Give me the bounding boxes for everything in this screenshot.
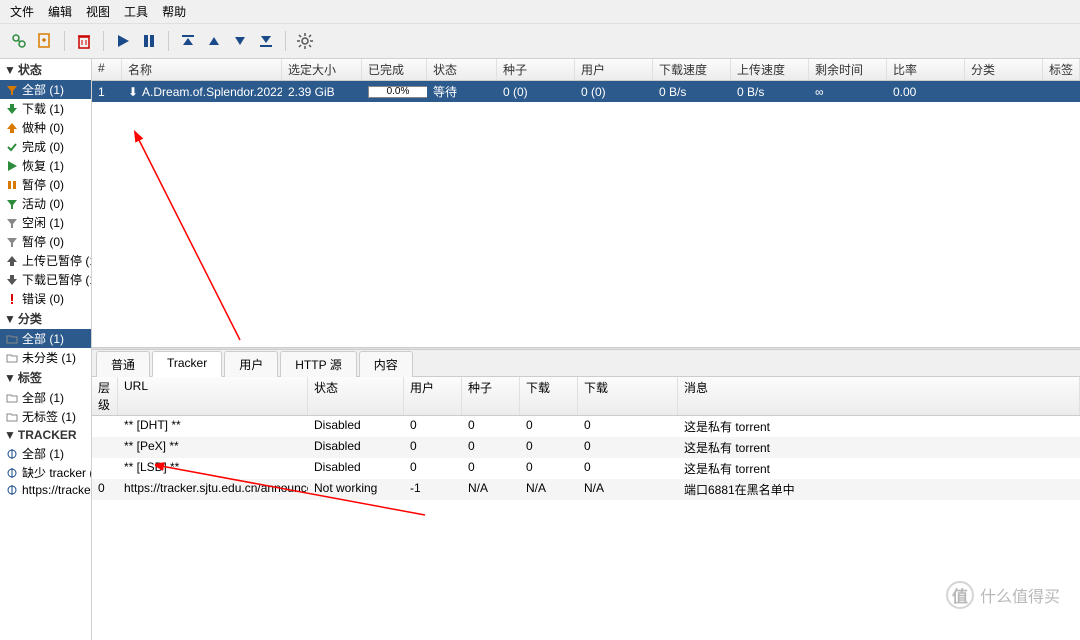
sidebar-item-tag-1[interactable]: 无标签 (1) bbox=[0, 407, 91, 426]
col-done[interactable]: 已完成 bbox=[362, 59, 427, 80]
sidebar-item-tag-0[interactable]: 全部 (1) bbox=[0, 388, 91, 407]
folder-icon bbox=[6, 352, 18, 364]
filter-icon bbox=[6, 84, 18, 96]
watermark-logo-icon: 值 bbox=[946, 581, 974, 609]
move-up-button[interactable] bbox=[201, 28, 227, 54]
progress-bar: 0.0% bbox=[368, 86, 427, 98]
col-seeds[interactable]: 种子 bbox=[497, 59, 575, 80]
col-upspeed[interactable]: 上传速度 bbox=[731, 59, 809, 80]
tracker-icon bbox=[6, 484, 18, 496]
tracker-icon bbox=[6, 467, 18, 479]
pause-button[interactable] bbox=[136, 28, 162, 54]
tcol-peers[interactable]: 用户 bbox=[404, 377, 462, 415]
sidebar-item-status-11[interactable]: 错误 (0) bbox=[0, 289, 91, 308]
watermark: 值 什么值得买 bbox=[946, 581, 1060, 609]
detail-tabs: 普通 Tracker 用户 HTTP 源 内容 bbox=[92, 350, 1080, 377]
col-dlspeed[interactable]: 下载速度 bbox=[653, 59, 731, 80]
sidebar-item-tracker-0[interactable]: 全部 (1) bbox=[0, 444, 91, 463]
tracker-table-header: 层级 URL 状态 用户 种子 下载 下载 消息 bbox=[92, 377, 1080, 416]
sidebar-item-status-10[interactable]: 下载已暂停 (1) bbox=[0, 270, 91, 289]
sidebar-item-status-4[interactable]: 恢复 (1) bbox=[0, 156, 91, 175]
bang-icon bbox=[6, 293, 18, 305]
move-bottom-button[interactable] bbox=[253, 28, 279, 54]
sidebar-item-status-2[interactable]: 做种 (0) bbox=[0, 118, 91, 137]
menu-help[interactable]: 帮助 bbox=[162, 3, 186, 20]
col-status[interactable]: 状态 bbox=[427, 59, 497, 80]
delete-button[interactable] bbox=[71, 28, 97, 54]
tab-general[interactable]: 普通 bbox=[96, 351, 150, 377]
sidebar-section-tracker[interactable]: ▼ TRACKER bbox=[0, 426, 91, 444]
settings-button[interactable] bbox=[292, 28, 318, 54]
col-peers[interactable]: 用户 bbox=[575, 59, 653, 80]
folder-icon bbox=[6, 333, 18, 345]
col-name[interactable]: 名称 bbox=[122, 59, 282, 80]
arrow-up-icon bbox=[6, 122, 18, 134]
sidebar-item-category-1[interactable]: 未分类 (1) bbox=[0, 348, 91, 367]
tcol-tier[interactable]: 层级 bbox=[92, 377, 118, 415]
tracker-row[interactable]: 0https://tracker.sjtu.edu.cn/announce.ph… bbox=[92, 479, 1080, 500]
tracker-row[interactable]: ** [DHT] **Disabled0000这是私有 torrent bbox=[92, 416, 1080, 437]
add-file-button[interactable] bbox=[32, 28, 58, 54]
menu-view[interactable]: 视图 bbox=[86, 3, 110, 20]
check-icon bbox=[6, 141, 18, 153]
sidebar-section-tag[interactable]: ▼ 标签 bbox=[0, 367, 91, 388]
folder-icon bbox=[6, 392, 18, 404]
arrow-up-icon bbox=[6, 255, 18, 267]
tcol-url[interactable]: URL bbox=[118, 377, 308, 415]
sidebar-item-tracker-1[interactable]: 缺少 tracker (0) bbox=[0, 463, 91, 482]
filter-icon bbox=[6, 198, 18, 210]
tcol-seeds[interactable]: 种子 bbox=[462, 377, 520, 415]
folder-icon bbox=[6, 411, 18, 423]
move-down-button[interactable] bbox=[227, 28, 253, 54]
download-icon: ⬇ bbox=[128, 85, 138, 99]
sidebar-item-status-7[interactable]: 空闲 (1) bbox=[0, 213, 91, 232]
tcol-leeches[interactable]: 下载 bbox=[520, 377, 578, 415]
tab-http[interactable]: HTTP 源 bbox=[280, 351, 356, 377]
col-idx[interactable]: # bbox=[92, 59, 122, 80]
sidebar-item-category-0[interactable]: 全部 (1) bbox=[0, 329, 91, 348]
sidebar-item-status-6[interactable]: 活动 (0) bbox=[0, 194, 91, 213]
tab-tracker[interactable]: Tracker bbox=[152, 351, 222, 377]
filter-icon bbox=[6, 217, 18, 229]
menu-file[interactable]: 文件 bbox=[10, 3, 34, 20]
resume-button[interactable] bbox=[110, 28, 136, 54]
menubar: 文件 编辑 视图 工具 帮助 bbox=[0, 0, 1080, 24]
toolbar bbox=[0, 24, 1080, 59]
sidebar-item-status-3[interactable]: 完成 (0) bbox=[0, 137, 91, 156]
add-link-button[interactable] bbox=[6, 28, 32, 54]
torrent-row[interactable]: 1 ⬇A.Dream.of.Splendor.2022.WEB-... 2.39… bbox=[92, 81, 1080, 102]
col-category[interactable]: 分类 bbox=[965, 59, 1043, 80]
col-size[interactable]: 选定大小 bbox=[282, 59, 362, 80]
menu-tools[interactable]: 工具 bbox=[124, 3, 148, 20]
pause-icon bbox=[6, 179, 18, 191]
tracker-row[interactable]: ** [PeX] **Disabled0000这是私有 torrent bbox=[92, 437, 1080, 458]
col-tags[interactable]: 标签 bbox=[1043, 59, 1080, 80]
sidebar-section-status[interactable]: ▼ 状态 bbox=[0, 59, 91, 80]
sidebar-item-status-0[interactable]: 全部 (1) bbox=[0, 80, 91, 99]
col-eta[interactable]: 剩余时间 bbox=[809, 59, 887, 80]
menu-edit[interactable]: 编辑 bbox=[48, 3, 72, 20]
arrow-down-icon bbox=[6, 274, 18, 286]
tab-content[interactable]: 内容 bbox=[359, 351, 413, 377]
tracker-icon bbox=[6, 448, 18, 460]
sidebar-item-status-8[interactable]: 暂停 (0) bbox=[0, 232, 91, 251]
col-ratio[interactable]: 比率 bbox=[887, 59, 965, 80]
tcol-status[interactable]: 状态 bbox=[308, 377, 404, 415]
sidebar-item-tracker-2[interactable]: https://tracker.s... bbox=[0, 482, 91, 498]
arrow-down-icon bbox=[6, 103, 18, 115]
play-icon bbox=[6, 160, 18, 172]
tcol-msg[interactable]: 消息 bbox=[678, 377, 1080, 415]
sidebar-item-status-5[interactable]: 暂停 (0) bbox=[0, 175, 91, 194]
sidebar-section-category[interactable]: ▼ 分类 bbox=[0, 308, 91, 329]
tcol-downloaded[interactable]: 下载 bbox=[578, 377, 678, 415]
sidebar-item-status-1[interactable]: 下载 (1) bbox=[0, 99, 91, 118]
sidebar: ▼ 状态 全部 (1)下载 (1)做种 (0)完成 (0)恢复 (1)暂停 (0… bbox=[0, 59, 92, 640]
tracker-row[interactable]: ** [LSD] **Disabled0000这是私有 torrent bbox=[92, 458, 1080, 479]
move-top-button[interactable] bbox=[175, 28, 201, 54]
torrent-table-header: # 名称 选定大小 已完成 状态 种子 用户 下载速度 上传速度 剩余时间 比率… bbox=[92, 59, 1080, 81]
filter-icon bbox=[6, 236, 18, 248]
sidebar-item-status-9[interactable]: 上传已暂停 (1) bbox=[0, 251, 91, 270]
tab-peers[interactable]: 用户 bbox=[224, 351, 278, 377]
